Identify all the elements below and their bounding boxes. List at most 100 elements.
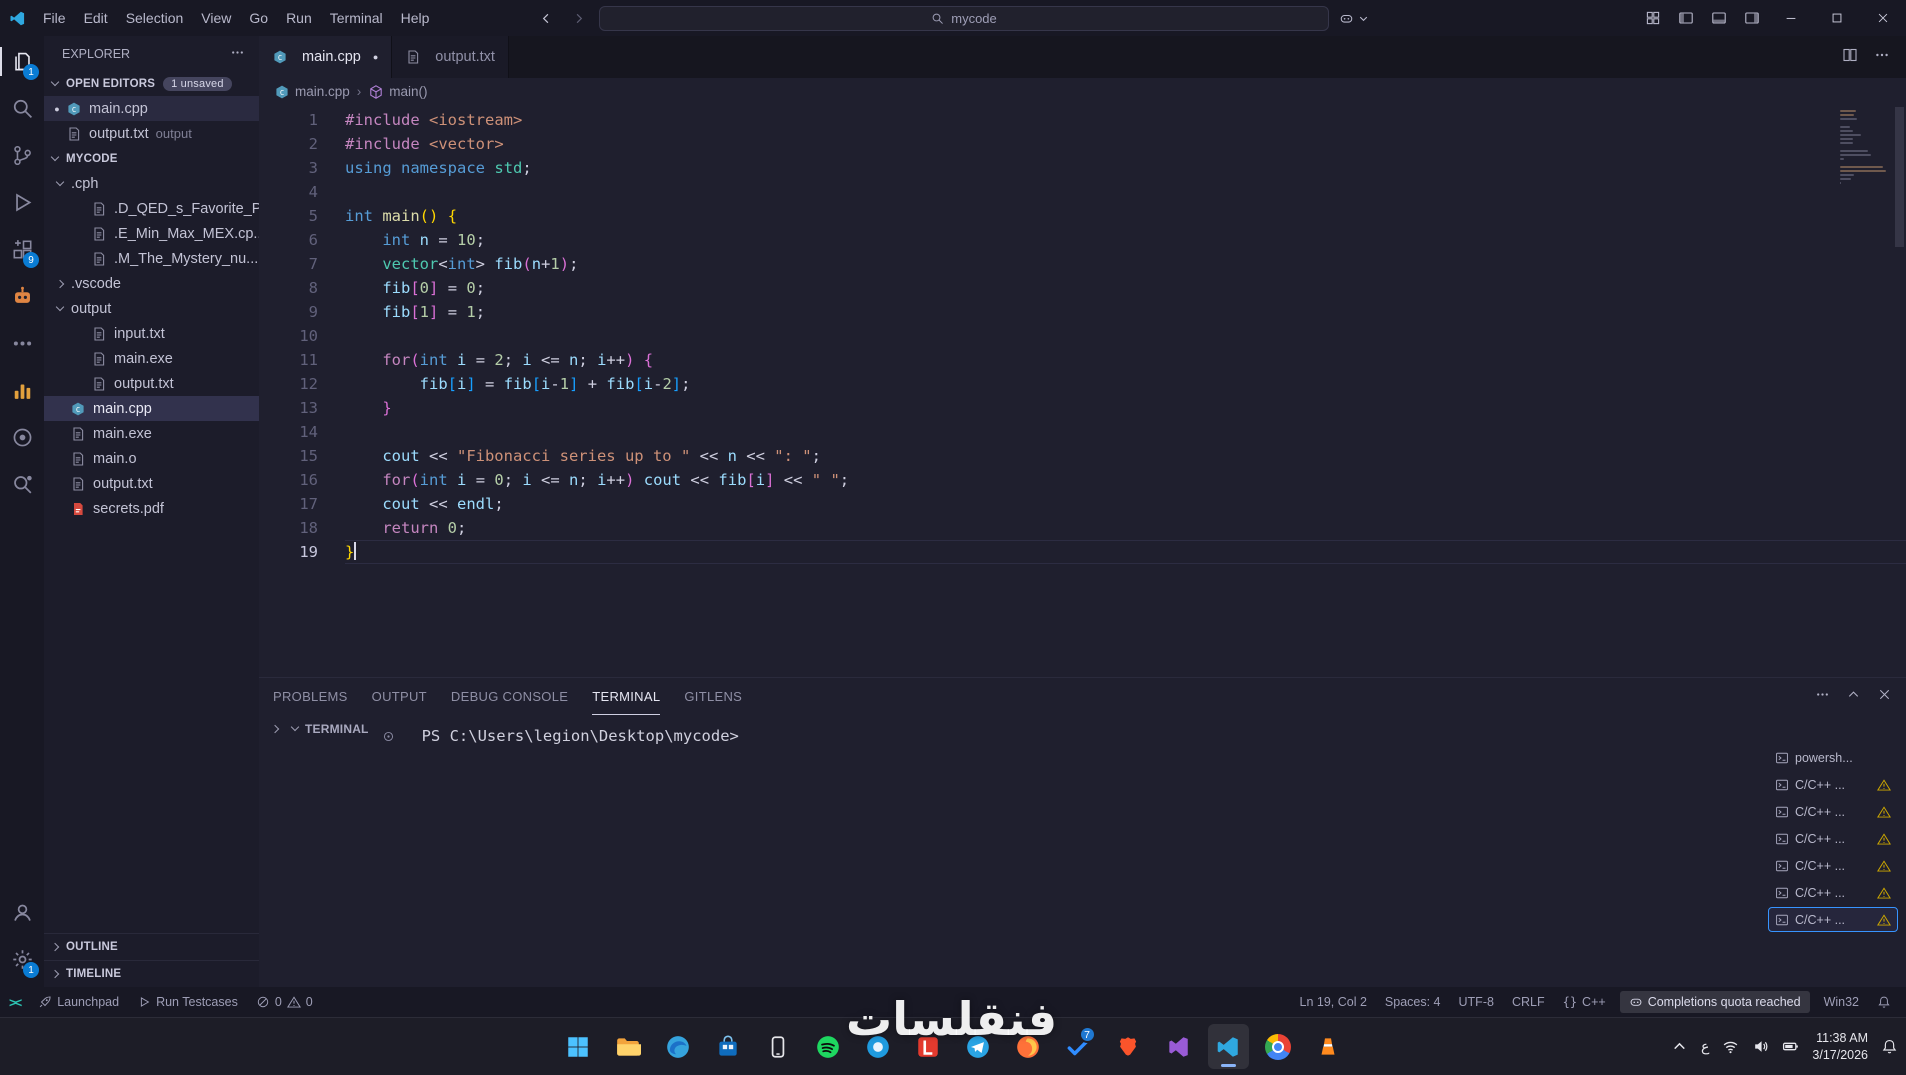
menu-go[interactable]: Go	[240, 0, 277, 36]
cursor-position[interactable]: Ln 19, Col 2	[1291, 987, 1376, 1017]
tab-main.cpp[interactable]: Cmain.cpp ●	[259, 36, 393, 78]
scrollbar-thumb[interactable]	[1895, 107, 1904, 247]
terminal-view[interactable]: TERMINAL PS C:\Users\legion\Desktop\myco…	[259, 715, 1768, 987]
more-actions-icon[interactable]	[230, 45, 245, 63]
eol-sequence[interactable]: CRLF	[1503, 987, 1554, 1017]
activity-source-control[interactable]	[0, 132, 44, 179]
menu-selection[interactable]: Selection	[117, 0, 193, 36]
section-timeline[interactable]: TIMELINE	[44, 960, 259, 987]
tree-item-.cph[interactable]: .cph	[44, 171, 259, 196]
toggle-sidebar-icon[interactable]	[1669, 0, 1702, 36]
terminal-session[interactable]: powersh...	[1768, 745, 1898, 770]
section-outline[interactable]: OUTLINE	[44, 933, 259, 960]
taskbar-vlc[interactable]	[1308, 1024, 1349, 1069]
activity-run-and-debug[interactable]	[0, 179, 44, 226]
menu-run[interactable]: Run	[277, 0, 321, 36]
menu-view[interactable]: View	[192, 0, 240, 36]
tree-item-main.exe[interactable]: main.exe	[44, 421, 259, 446]
back-button[interactable]	[535, 7, 557, 29]
close-panel-icon[interactable]	[1877, 687, 1892, 707]
taskbar-vscode[interactable]	[1207, 1024, 1249, 1069]
terminal-session[interactable]: C/C++ ...	[1768, 772, 1898, 797]
panel-tab-output[interactable]: OUTPUT	[372, 678, 427, 715]
customize-layout-icon[interactable]	[1636, 0, 1669, 36]
taskbar-ms-todo[interactable]: 7	[1058, 1024, 1099, 1069]
activity-accounts[interactable]	[0, 889, 44, 936]
indentation[interactable]: Spaces: 4	[1376, 987, 1450, 1017]
encoding[interactable]: UTF-8	[1450, 987, 1503, 1017]
terminal-session[interactable]: C/C++ ...	[1768, 799, 1898, 824]
menu-terminal[interactable]: Terminal	[321, 0, 392, 36]
battery-icon[interactable]	[1782, 1038, 1799, 1055]
tree-item-output.txt[interactable]: output.txt	[44, 371, 259, 396]
editor-scrollbar[interactable]	[1893, 105, 1906, 677]
taskbar-spotify[interactable]	[808, 1024, 849, 1069]
tree-item-.E_Min_Max_MEX.cp...[interactable]: .E_Min_Max_MEX.cp...	[44, 221, 259, 246]
forward-button[interactable]	[567, 7, 589, 29]
tree-item-.vscode[interactable]: .vscode	[44, 271, 259, 296]
workspace-header[interactable]: MYCODE	[44, 146, 259, 171]
menu-help[interactable]: Help	[392, 0, 439, 36]
taskbar-file-explorer[interactable]	[608, 1024, 649, 1069]
copilot-quota[interactable]: Completions quota reached	[1619, 991, 1810, 1013]
tree-item-.M_The_Mystery_nu...[interactable]: .M_The_Mystery_nu...	[44, 246, 259, 271]
launchpad[interactable]: Launchpad	[29, 987, 128, 1017]
taskbar-edge[interactable]	[658, 1024, 699, 1069]
panel-tab-terminal[interactable]: TERMINAL	[592, 678, 661, 715]
taskbar-phone-link[interactable]	[758, 1024, 799, 1069]
activity-more-tools[interactable]	[0, 320, 44, 367]
tree-item-.D_QED_s_Favorite_P...[interactable]: .D_QED_s_Favorite_P...	[44, 196, 259, 221]
run-testcases[interactable]: Run Testcases	[128, 987, 247, 1017]
terminal-session[interactable]: C/C++ ...	[1768, 880, 1898, 905]
maximize-panel-icon[interactable]	[1846, 687, 1861, 707]
panel-tab-debug-console[interactable]: DEBUG CONSOLE	[451, 678, 568, 715]
activity-extensions[interactable]: 9	[0, 226, 44, 273]
tree-item-input.txt[interactable]: input.txt	[44, 321, 259, 346]
notifications-bell[interactable]	[1868, 987, 1900, 1017]
open-editor-main.cpp[interactable]: ● Cmain.cpp	[44, 96, 259, 121]
minimize-button[interactable]	[1768, 0, 1814, 36]
more-actions-icon[interactable]	[1874, 47, 1890, 68]
maximize-button[interactable]	[1814, 0, 1860, 36]
tree-item-secrets.pdf[interactable]: secrets.pdf	[44, 496, 259, 521]
taskbar-brave[interactable]	[1108, 1024, 1149, 1069]
activity-search[interactable]	[0, 85, 44, 132]
taskbar-chrome[interactable]	[1258, 1024, 1299, 1069]
language-indicator[interactable]: ع	[1701, 1038, 1709, 1055]
wifi-icon[interactable]	[1722, 1038, 1739, 1055]
breadcrumb-main.cpp[interactable]: Cmain.cpp	[274, 84, 350, 100]
toggle-panel-icon[interactable]	[1702, 0, 1735, 36]
code-editor[interactable]: 1 2 3 4 5 6 7 8 9 10 11 12 13 14 15 16 17 18 19 #include <…	[259, 105, 1906, 677]
platform[interactable]: Win32	[1815, 987, 1868, 1017]
activity-remote-explorer[interactable]	[0, 461, 44, 508]
open-editor-output.txt[interactable]: ●output.txtoutput	[44, 121, 259, 146]
tree-item-main.cpp[interactable]: Cmain.cpp	[44, 396, 259, 421]
activity-analytics[interactable]	[0, 367, 44, 414]
tree-item-main.o[interactable]: main.o	[44, 446, 259, 471]
tray-overflow-chevron-icon[interactable]	[1671, 1038, 1688, 1055]
activity-gitlens[interactable]	[0, 414, 44, 461]
open-editors-header[interactable]: OPEN EDITORS 1 unsaved	[44, 71, 259, 96]
close-button[interactable]	[1860, 0, 1906, 36]
activity-ai-assistant[interactable]	[0, 273, 44, 320]
taskbar-visual-studio[interactable]	[1158, 1024, 1199, 1069]
tree-item-output.txt[interactable]: output.txt	[44, 471, 259, 496]
minimap[interactable]	[1840, 110, 1890, 186]
terminal-content[interactable]: PS C:\Users\legion\Desktop\mycode>	[369, 715, 1768, 987]
terminal-session[interactable]: C/C++ ...	[1768, 907, 1898, 932]
taskbar-telegram[interactable]	[958, 1024, 999, 1069]
panel-tab-problems[interactable]: PROBLEMS	[273, 678, 348, 715]
activity-settings[interactable]: 1	[0, 936, 44, 983]
taskbar-start[interactable]	[558, 1024, 599, 1069]
language-mode[interactable]: {} C++	[1554, 987, 1615, 1017]
taskbar-app-l[interactable]	[908, 1024, 949, 1069]
menu-file[interactable]: File	[34, 0, 75, 36]
chevron-right-icon[interactable]	[270, 724, 280, 734]
taskbar-clock[interactable]: 11:38 AM 3/17/2026	[1812, 1030, 1868, 1063]
panel-tab-gitlens[interactable]: GITLENS	[684, 678, 742, 715]
terminal-session[interactable]: C/C++ ...	[1768, 853, 1898, 878]
terminal-section-header[interactable]: TERMINAL	[290, 722, 369, 736]
problems[interactable]: 00	[247, 987, 322, 1017]
volume-icon[interactable]	[1752, 1038, 1769, 1055]
taskbar-ms-store[interactable]	[708, 1024, 749, 1069]
